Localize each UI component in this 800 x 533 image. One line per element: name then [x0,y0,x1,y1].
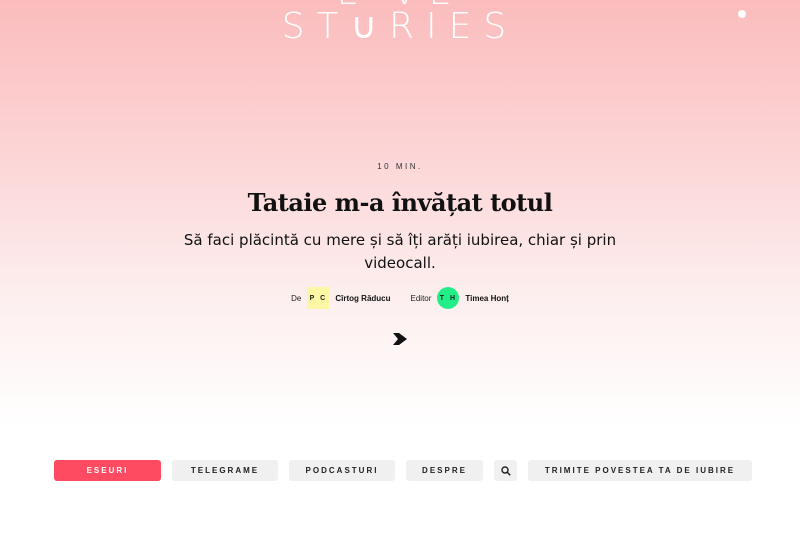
article-subtitle: Să faci plăcintă cu mere și să îți arăți… [183,231,617,272]
search-button[interactable] [494,460,517,481]
heart-arrow-icon[interactable] [393,333,407,345]
article-credits: De P C Cîrtog Răducu Editor T H Timea Ho… [0,287,800,309]
editor-name[interactable]: Timea Honț [465,294,508,303]
author-avatar[interactable]: P C [307,287,330,309]
nav-podcasturi-button[interactable]: PODCASTURI [289,460,395,481]
editor-avatar[interactable]: T H [437,287,460,309]
nav-telegrame-button[interactable]: TELEGRAME [172,460,278,481]
reading-time: 10 MIN. [377,162,423,171]
article-title: Tataie m-a învățat totul [247,188,553,217]
menu-dot-icon[interactable] [738,10,746,18]
author-name[interactable]: Cîrtog Răducu [335,294,390,303]
author-label: De [291,293,302,303]
submit-story-button[interactable]: TRIMITE POVESTEA TA DE IUBIRE [528,460,752,481]
site-logo[interactable]: L VE ST∪RIES [0,0,800,47]
editor-label: Editor [410,293,432,303]
main-navigation: ESEURI TELEGRAME PODCASTURI DESPRE TRIMI… [54,460,752,481]
logo-line-2: ST∪RIES [281,6,519,47]
nav-despre-button[interactable]: DESPRE [406,460,483,481]
search-icon [500,465,511,476]
nav-eseuri-button[interactable]: ESEURI [54,460,161,481]
